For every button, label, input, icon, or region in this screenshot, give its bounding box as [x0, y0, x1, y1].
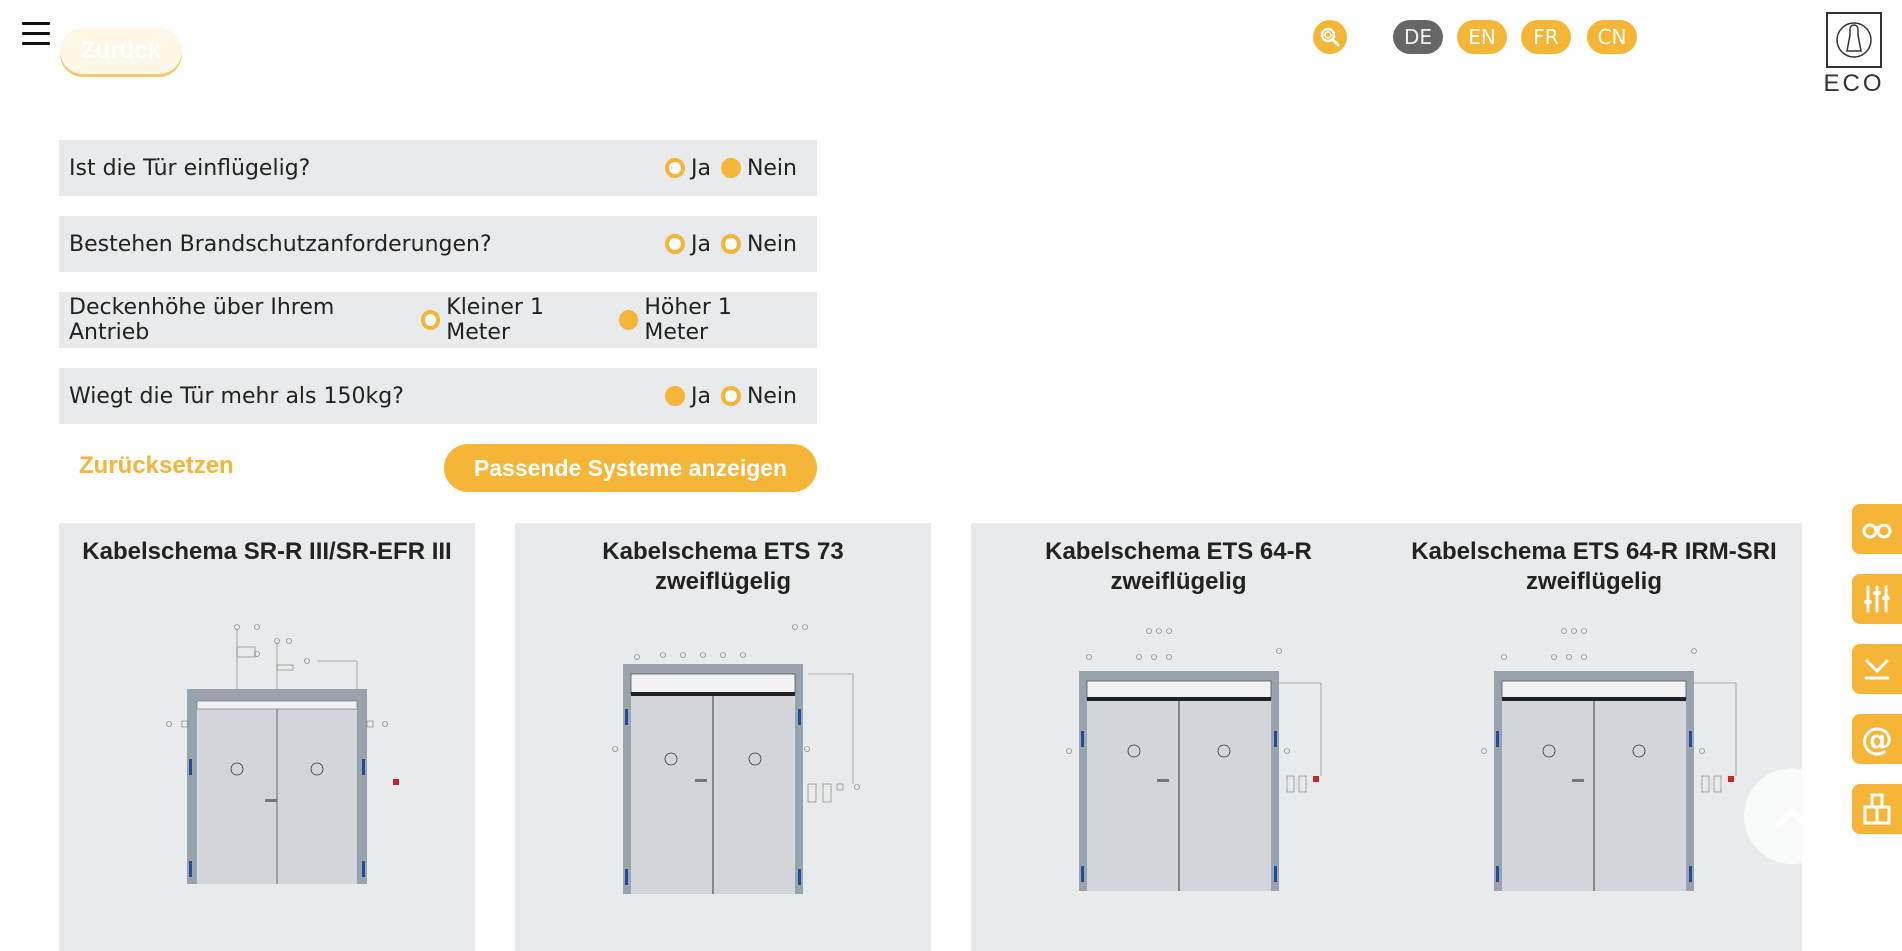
question-door-weight: Wiegt die Tür mehr als 150kg? Ja Nein	[59, 368, 817, 424]
sidebar-contact-button[interactable]	[1852, 784, 1902, 834]
wiring-card-ets64r[interactable]: Kabelschema ETS 64-R zweiflügelig	[971, 537, 1386, 891]
logo-text: ECO	[1823, 70, 1885, 97]
card-subtitle: zweiflügelig	[1525, 568, 1662, 595]
card-title: Kabelschema ETS 64-R IRM-SRI	[1411, 538, 1777, 565]
radio-button[interactable]	[664, 158, 685, 178]
card-subtitle: zweiflügelig	[1110, 568, 1247, 595]
reset-link[interactable]: Zurücksetzen	[79, 452, 234, 480]
radio-button[interactable]	[420, 310, 441, 330]
show-systems-button[interactable]: Passende Systeme anzeigen	[444, 444, 817, 492]
radio-button[interactable]	[720, 234, 741, 254]
option-nein[interactable]: Nein	[720, 155, 797, 181]
radio-button[interactable]	[720, 158, 741, 178]
option-ja[interactable]: Ja	[664, 231, 711, 257]
option-label: Ja	[690, 155, 711, 181]
sidebar-email-button[interactable]: @	[1852, 714, 1902, 764]
radio-button[interactable]	[618, 310, 639, 330]
radio-button[interactable]	[664, 234, 685, 254]
option-higher-1m[interactable]: Höher 1 Meter	[618, 295, 797, 345]
option-label: Nein	[746, 383, 797, 409]
eco-logo[interactable]: ECO	[1822, 12, 1886, 102]
wiring-cards-ets64: Kabelschema ETS 64-R zweiflügelig Kabels…	[971, 523, 1802, 951]
option-smaller-1m[interactable]: Kleiner 1 Meter	[420, 295, 609, 345]
card-title: Kabelschema ETS 64-R	[1045, 538, 1312, 565]
wiring-card-ets64r-irm[interactable]: Kabelschema ETS 64-R IRM-SRI zweiflügeli…	[1386, 537, 1802, 891]
option-label: Ja	[690, 231, 711, 257]
lang-en-button[interactable]: EN	[1457, 20, 1507, 54]
menu-icon[interactable]	[22, 22, 50, 46]
question-single-leaf: Ist die Tür einflügelig? Ja Nein	[59, 140, 817, 196]
wiring-diagram	[166, 624, 399, 884]
question-label: Ist die Tür einflügelig?	[69, 155, 311, 181]
sidebar-binoculars-button[interactable]	[1852, 504, 1902, 554]
wiring-card-sr-r[interactable]: Kabelschema SR-R III/SR-EFR III	[59, 523, 475, 951]
question-label: Bestehen Brandschutzanforderungen?	[69, 231, 492, 257]
sliders-icon	[1864, 585, 1890, 613]
wiring-diagram	[612, 624, 860, 894]
sidebar-filter-button[interactable]	[1852, 574, 1902, 624]
card-title: Kabelschema ETS 73	[602, 538, 844, 565]
question-label: Wiegt die Tür mehr als 150kg?	[69, 383, 404, 409]
wiring-card-ets73[interactable]: Kabelschema ETS 73 zweiflügelig	[515, 523, 931, 951]
scroll-top-button[interactable]	[1744, 768, 1840, 864]
binoculars-icon	[1862, 523, 1892, 539]
chevron-up-icon	[1775, 806, 1809, 828]
back-button[interactable]: Zurück	[60, 28, 182, 74]
contact-icon	[1863, 793, 1891, 825]
wiring-diagram	[1065, 628, 1321, 891]
option-ja[interactable]: Ja	[664, 155, 711, 181]
radio-button[interactable]	[664, 386, 685, 406]
keyhole-icon	[1826, 12, 1882, 68]
option-nein[interactable]: Nein	[720, 383, 797, 409]
option-label: Nein	[746, 231, 797, 257]
radio-button[interactable]	[720, 386, 741, 406]
option-label: Nein	[746, 155, 797, 181]
search-button[interactable]	[1313, 20, 1347, 54]
question-ceiling-height: Deckenhöhe über Ihrem Antrieb Kleiner 1 …	[59, 292, 817, 348]
option-ja[interactable]: Ja	[664, 383, 711, 409]
lang-de-button[interactable]: DE	[1393, 20, 1443, 54]
search-icon	[1320, 27, 1340, 47]
question-fire-protection: Bestehen Brandschutzanforderungen? Ja Ne…	[59, 216, 817, 272]
lang-cn-button[interactable]: CN	[1587, 20, 1637, 54]
question-label: Deckenhöhe über Ihrem Antrieb	[69, 295, 335, 345]
lang-fr-button[interactable]: FR	[1521, 20, 1571, 54]
card-subtitle: zweiflügelig	[654, 568, 791, 595]
option-label: Höher 1 Meter	[644, 295, 732, 345]
sidebar-download-button[interactable]	[1852, 644, 1902, 694]
option-label: Ja	[690, 383, 711, 409]
option-label: Kleiner 1 Meter	[446, 295, 544, 345]
card-title: Kabelschema SR-R III/SR-EFR III	[82, 538, 452, 565]
at-icon: @	[1861, 720, 1893, 758]
download-icon	[1864, 659, 1890, 680]
wiring-diagram	[1481, 628, 1737, 891]
option-nein[interactable]: Nein	[720, 231, 797, 257]
